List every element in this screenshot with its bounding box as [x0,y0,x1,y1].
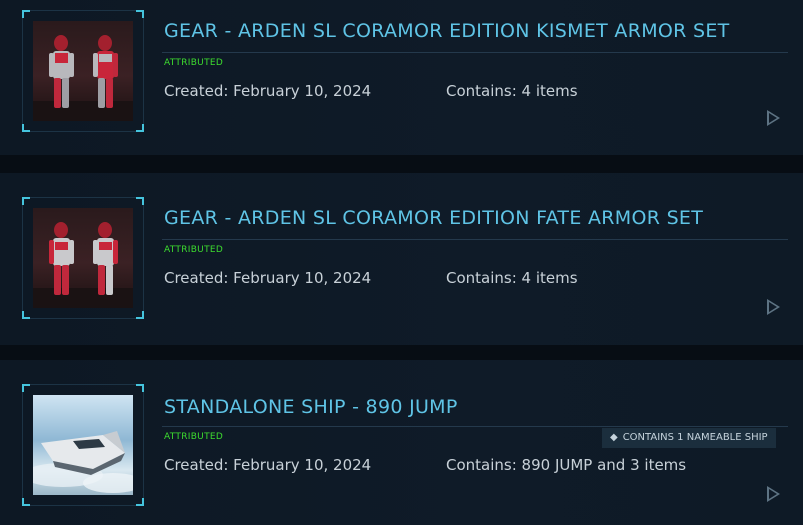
nameable-ship-badge: ◆ CONTAINS 1 NAMEABLE SHIP [602,428,776,448]
frame-corner [136,10,144,18]
frame-corner [136,197,144,205]
expand-arrow-icon[interactable] [767,299,780,315]
badge-label: CONTAINS 1 NAMEABLE SHIP [622,432,768,443]
status-label: ATTRIBUTED [164,245,224,255]
frame-corner [22,384,30,392]
armor-set-image [33,21,133,121]
expand-arrow-icon[interactable] [767,110,780,126]
thumbnail-frame[interactable] [22,10,144,132]
frame-corner [22,498,30,506]
ship-image [33,395,133,495]
thumbnail-frame[interactable] [22,384,144,506]
pledge-item[interactable]: GEAR - ARDEN SL CORAMOR EDITION FATE ARM… [0,173,803,345]
expand-arrow-icon[interactable] [767,486,780,502]
created-date: Created: February 10, 2024 [164,82,372,100]
title-divider [162,239,788,240]
contains-count: Contains: 4 items [446,82,578,100]
contains-count: Contains: 890 JUMP and 3 items [446,456,687,474]
frame-corner [22,124,30,132]
frame-corner [136,498,144,506]
contains-count: Contains: 4 items [446,269,578,287]
pledge-list: GEAR - ARDEN SL CORAMOR EDITION KISMET A… [0,0,803,525]
frame-corner [136,384,144,392]
created-date: Created: February 10, 2024 [164,456,372,474]
title-divider [162,426,788,427]
frame-corner [22,311,30,319]
title-divider [162,52,788,53]
frame-corner [136,124,144,132]
frame-corner [136,311,144,319]
status-label: ATTRIBUTED [164,58,224,68]
item-title[interactable]: STANDALONE SHIP - 890 JUMP [164,396,458,418]
armor-set-image [33,208,133,308]
frame-corner [22,10,30,18]
item-title[interactable]: GEAR - ARDEN SL CORAMOR EDITION KISMET A… [164,20,730,42]
created-date: Created: February 10, 2024 [164,269,372,287]
pledge-item[interactable]: GEAR - ARDEN SL CORAMOR EDITION KISMET A… [0,0,803,155]
thumbnail-frame[interactable] [22,197,144,319]
frame-corner [22,197,30,205]
pledge-item[interactable]: STANDALONE SHIP - 890 JUMP ATTRIBUTED ◆ C… [0,360,803,525]
status-label: ATTRIBUTED [164,432,224,442]
item-title[interactable]: GEAR - ARDEN SL CORAMOR EDITION FATE ARM… [164,207,703,229]
tag-icon: ◆ [610,432,618,443]
